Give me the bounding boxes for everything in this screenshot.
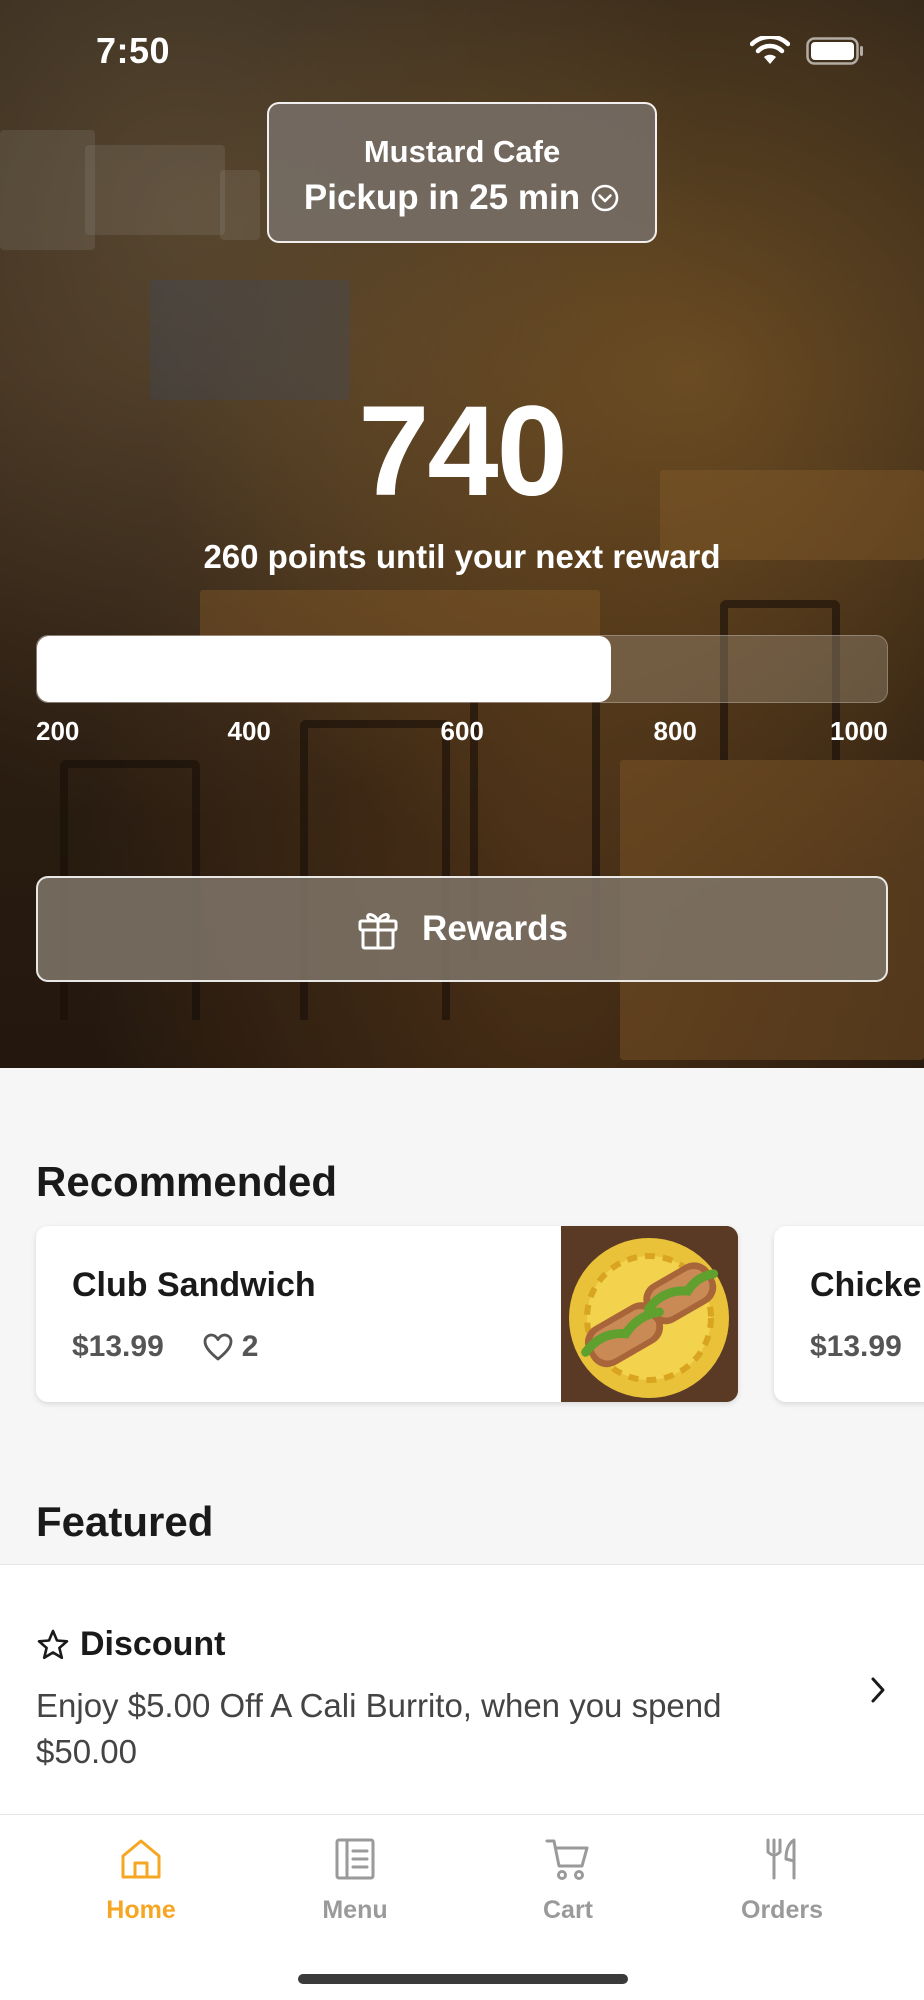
heart-icon <box>203 1333 233 1361</box>
pickup-time-label: Pickup in 25 min <box>303 178 581 217</box>
tab-label: Home <box>106 1896 176 1924</box>
item-name: Chicke <box>810 1266 922 1304</box>
tick-label: 400 <box>227 716 271 746</box>
item-price: $13.99 <box>72 1330 164 1363</box>
tick-label: 600 <box>440 716 484 746</box>
status-time: 7:50 <box>96 30 171 71</box>
tick-label: 1000 <box>830 716 888 746</box>
tab-label: Cart <box>542 1896 593 1924</box>
tab-home[interactable]: Home <box>51 1835 231 1925</box>
tab-orders[interactable]: Orders <box>692 1835 872 1925</box>
hero-background: 7:50 Mustard Cafe Pickup in 25 min 740 2… <box>0 0 924 1068</box>
wifi-icon <box>750 36 790 64</box>
recommended-title: Recommended <box>36 1158 338 1205</box>
points-progress-bar <box>36 635 888 703</box>
featured-description: Enjoy $5.00 Off A Cali Burrito, when you… <box>36 1687 722 1770</box>
store-selector[interactable]: Mustard Cafe Pickup in 25 min <box>267 102 657 243</box>
battery-icon <box>806 37 863 65</box>
tick-label: 200 <box>36 716 80 746</box>
home-icon <box>121 1839 161 1879</box>
rewards-button[interactable]: Rewards <box>36 876 888 982</box>
item-meta: $13.99 <box>810 1330 902 1364</box>
star-icon <box>37 1629 69 1659</box>
club-sandwich-image <box>561 1226 738 1402</box>
featured-title: Featured <box>36 1498 214 1545</box>
tab-label: Orders <box>741 1896 823 1924</box>
pickup-time: Pickup in 25 min <box>269 178 655 218</box>
recommended-card[interactable]: Club Sandwich $13.99 2 <box>36 1226 738 1402</box>
store-name: Mustard Cafe <box>363 134 561 169</box>
points-subtitle: 260 points until your next reward <box>203 538 721 575</box>
cart-icon <box>545 1839 589 1880</box>
rewards-button-label: Rewards <box>422 909 568 948</box>
item-likes: 2 <box>202 1330 259 1364</box>
tab-bar: Home Menu Cart Orders <box>0 1814 924 2000</box>
points-balance: 740 <box>358 380 568 523</box>
gift-icon <box>358 913 398 950</box>
menu-icon <box>335 1838 375 1880</box>
tab-cart[interactable]: Cart <box>478 1835 658 1925</box>
featured-heading: Discount <box>36 1625 225 1664</box>
featured-discount-card[interactable]: Discount Enjoy $5.00 Off A Cali Burrito,… <box>0 1564 924 1814</box>
tick-label: 800 <box>653 716 697 746</box>
item-name: Club Sandwich <box>72 1266 316 1304</box>
chevron-right-icon <box>871 1677 885 1703</box>
featured-heading-label: Discount <box>80 1625 226 1663</box>
orders-icon <box>766 1838 796 1880</box>
item-meta: $13.99 2 <box>72 1330 258 1364</box>
item-price: $13.99 <box>810 1330 902 1363</box>
status-icons <box>750 36 864 66</box>
points-progress-fill <box>37 636 611 702</box>
chevron-down-circle-icon <box>591 184 619 212</box>
likes-count: 2 <box>241 1330 259 1363</box>
progress-ticks: 200 400 600 800 1000 <box>36 716 888 750</box>
home-indicator <box>298 1974 628 1984</box>
tab-menu[interactable]: Menu <box>265 1835 445 1925</box>
status-bar: 7:50 <box>0 0 924 100</box>
tab-label: Menu <box>322 1896 388 1924</box>
recommended-card[interactable]: Chicke $13.99 <box>774 1226 924 1402</box>
